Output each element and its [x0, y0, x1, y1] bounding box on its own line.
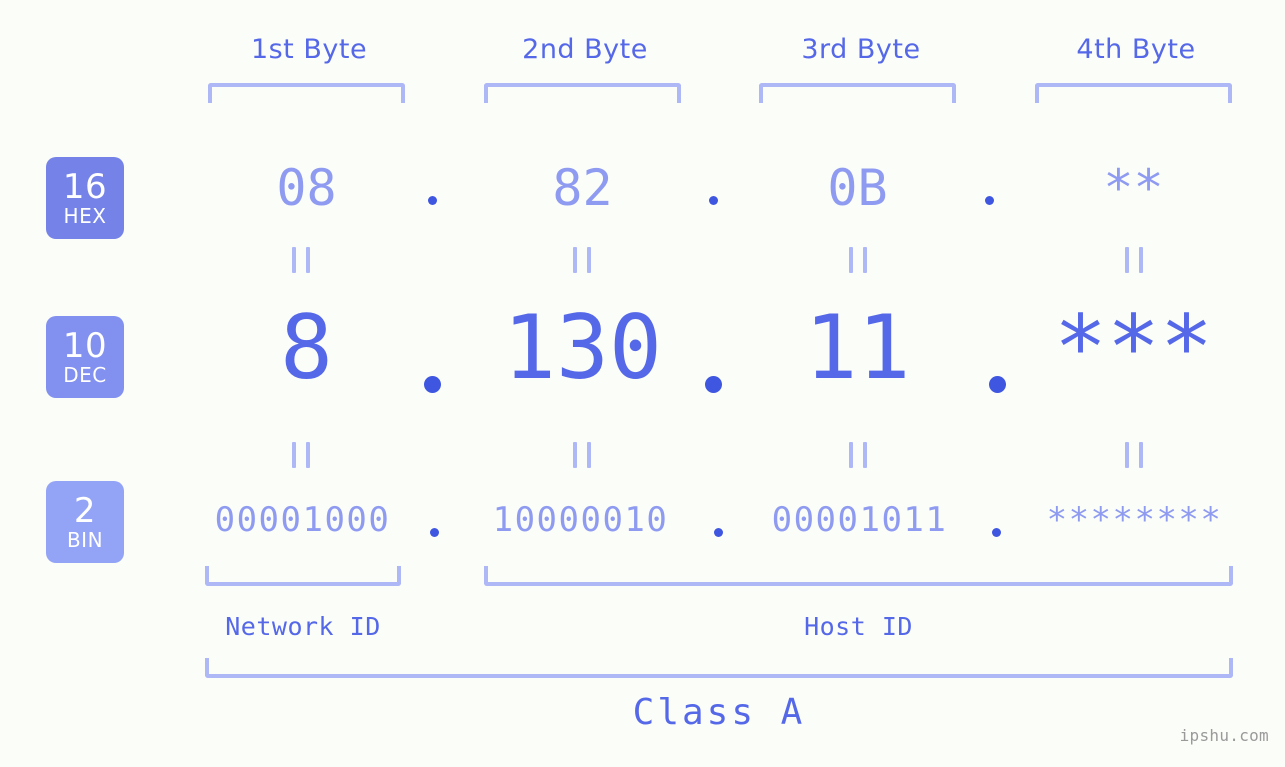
dec-byte-4: ***	[1054, 296, 1213, 399]
base-badge-hex-name: HEX	[63, 203, 107, 228]
bin-separator-3	[992, 528, 1001, 537]
byte-bracket-2	[484, 83, 681, 103]
byte-header-1: 1st Byte	[250, 34, 368, 65]
byte-bracket-4	[1035, 83, 1232, 103]
base-badge-hex: 16 HEX	[46, 157, 124, 239]
byte-header-3: 3rd Byte	[801, 34, 921, 65]
base-badge-dec-number: 10	[62, 325, 108, 366]
byte-header-4: 4th Byte	[1076, 34, 1196, 65]
base-badge-bin: 2 BIN	[46, 481, 124, 563]
dec-byte-2: 130	[503, 296, 662, 399]
base-badge-dec: 10 DEC	[46, 316, 124, 398]
equals-icon-hex-dec-2	[573, 247, 591, 273]
hex-byte-3: 0B	[827, 159, 888, 217]
host-id-bracket	[484, 566, 1233, 586]
dec-separator-1	[424, 376, 441, 393]
bin-separator-1	[430, 528, 439, 537]
equals-icon-hex-dec-1	[292, 247, 310, 273]
equals-icon-dec-bin-1	[292, 442, 310, 468]
class-label: Class A	[632, 692, 806, 733]
host-id-label: Host ID	[804, 612, 913, 641]
hex-separator-2	[709, 196, 718, 205]
byte-header-2: 2nd Byte	[522, 34, 648, 65]
byte-bracket-3	[759, 83, 956, 103]
equals-icon-hex-dec-4	[1125, 247, 1143, 273]
equals-icon-hex-dec-3	[849, 247, 867, 273]
base-badge-dec-name: DEC	[63, 362, 107, 387]
byte-bracket-1	[208, 83, 405, 103]
hex-byte-1: 08	[276, 159, 337, 217]
ip-address-breakdown-diagram: 1st Byte 2nd Byte 3rd Byte 4th Byte 16 H…	[0, 0, 1285, 767]
dec-byte-1: 8	[280, 296, 333, 399]
hex-separator-3	[985, 196, 994, 205]
class-bracket	[205, 658, 1233, 678]
base-badge-hex-number: 16	[62, 166, 108, 207]
bin-byte-3: 00001011	[771, 500, 948, 540]
bin-byte-4: ********	[1046, 500, 1223, 540]
hex-byte-4: **	[1103, 159, 1164, 217]
equals-icon-dec-bin-2	[573, 442, 591, 468]
hex-separator-1	[428, 196, 437, 205]
dec-separator-3	[989, 376, 1006, 393]
equals-icon-dec-bin-3	[849, 442, 867, 468]
bin-separator-2	[714, 528, 723, 537]
bin-byte-1: 00001000	[214, 500, 391, 540]
base-badge-bin-name: BIN	[66, 527, 104, 552]
network-id-label: Network ID	[225, 612, 381, 641]
site-watermark: ipshu.com	[1179, 726, 1269, 745]
hex-byte-2: 82	[552, 159, 613, 217]
equals-icon-dec-bin-4	[1125, 442, 1143, 468]
base-badge-bin-number: 2	[73, 490, 97, 531]
network-id-bracket	[205, 566, 401, 586]
dec-separator-2	[705, 376, 722, 393]
bin-byte-2: 10000010	[492, 500, 669, 540]
dec-byte-3: 11	[804, 296, 911, 399]
